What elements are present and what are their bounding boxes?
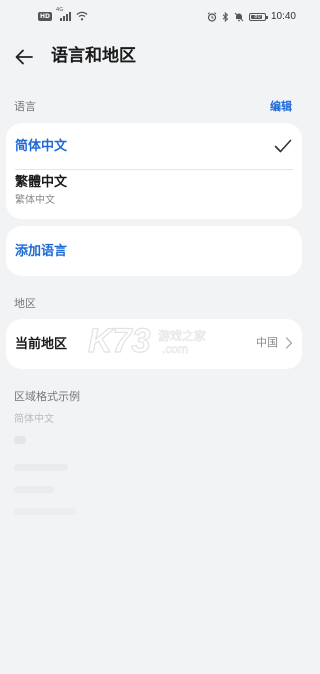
faded-example-line [14, 486, 54, 493]
section-label-language: 语言 [14, 100, 36, 113]
section-label-format: 区域格式示例 [14, 390, 80, 403]
watermark-k73: K73 [88, 322, 150, 360]
add-language-card[interactable]: 添加语言 [6, 226, 302, 276]
back-arrow-icon[interactable] [12, 45, 36, 69]
watermark-logo: K73 游戏之家 .com [88, 321, 206, 360]
status-right: 80 10:40 [207, 11, 296, 22]
battery-icon: 80 [248, 12, 268, 21]
watermark-domain: .com [162, 342, 188, 356]
language-item-simplified-chinese[interactable]: 简体中文 [6, 123, 302, 169]
wifi-icon [76, 11, 88, 21]
alarm-icon [207, 11, 217, 22]
language-name: 繁體中文 [15, 175, 68, 190]
check-icon [274, 139, 292, 153]
watermark-subtext: 游戏之家 [158, 328, 206, 343]
edit-button[interactable]: 编辑 [270, 100, 292, 114]
signal-icon: 4G [56, 8, 72, 21]
faded-example-line [14, 508, 76, 515]
language-item-traditional-chinese[interactable]: 繁體中文 繁体中文 [6, 170, 302, 219]
bluetooth-icon [222, 11, 229, 22]
faded-example-line [14, 436, 26, 444]
page-title: 语言和地区 [51, 46, 136, 66]
section-label-region: 地区 [14, 297, 36, 310]
chevron-right-icon [285, 337, 293, 349]
language-name: 简体中文 [15, 139, 68, 154]
format-example-language: 简体中文 [14, 414, 54, 425]
status-left: HD 4G [38, 8, 88, 21]
add-language-button[interactable]: 添加语言 [15, 243, 67, 260]
app-header: 语言和地区 [0, 36, 308, 78]
battery-level: 80 [254, 13, 261, 20]
current-region-label: 当前地区 [15, 337, 68, 352]
language-subtitle: 繁体中文 [15, 195, 55, 206]
status-bar: HD 4G 80 10:40 [0, 0, 308, 36]
current-region-value: 中国 [256, 336, 278, 349]
language-list-card: 简体中文 繁體中文 繁体中文 [6, 123, 302, 219]
faded-example-line [14, 464, 68, 471]
clock: 10:40 [270, 11, 296, 22]
hd-badge: HD [38, 11, 53, 21]
mute-icon [234, 12, 244, 21]
